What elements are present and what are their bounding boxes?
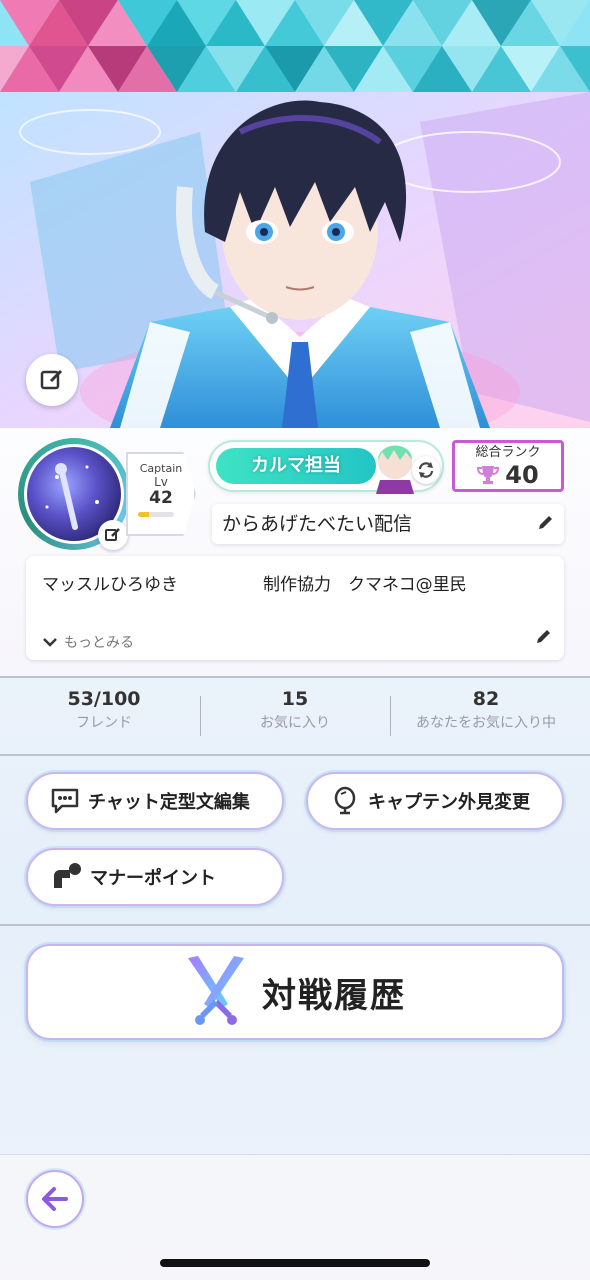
edit-avatar-button[interactable] — [98, 520, 128, 550]
broadcast-title-field[interactable]: からあげたべたい配信 — [212, 504, 564, 544]
captain-appearance-button[interactable]: キャプテン外見変更 — [306, 772, 564, 830]
level-value: 42 — [149, 488, 173, 508]
stat-favorited-by[interactable]: 82 あなたをお気に入り中 — [400, 688, 572, 732]
captain-character-image — [0, 92, 590, 428]
captain-appearance-label: キャプテン外見変更 — [368, 792, 530, 813]
pencil-icon[interactable] — [534, 628, 552, 646]
trophy-icon — [477, 466, 500, 484]
favorites-count: 15 — [281, 688, 309, 710]
edit-captain-image-button[interactable] — [26, 354, 78, 406]
whistle-icon — [54, 863, 81, 888]
stats-row: 53/100 フレンド 15 お気に入り 82 あなたをお気に入り中 — [0, 688, 590, 750]
show-more-label: もっとみる — [64, 635, 134, 651]
bio-text: マッスルひろゆき 制作協力 クマネコ@里民 — [42, 575, 467, 595]
level-progress-bar — [138, 512, 174, 517]
level-caption: Captain — [139, 462, 183, 475]
pencil-icon[interactable] — [536, 514, 554, 532]
arrow-left-icon — [42, 1187, 68, 1211]
karma-role-label: カルマ担当 — [216, 448, 376, 484]
level-lv-label: Lv — [154, 475, 168, 489]
chat-template-edit-button[interactable]: チャット定型文編集 — [26, 772, 284, 830]
battle-history-button[interactable]: 対戦履歴 — [26, 944, 564, 1040]
bio-box[interactable]: マッスルひろゆき 制作協力 クマネコ@里民 もっとみる — [26, 556, 564, 660]
mirror-icon — [334, 786, 356, 815]
chat-bubble-icon — [51, 788, 79, 814]
home-indicator — [160, 1259, 430, 1267]
rank-value: 40 — [505, 461, 539, 489]
favorites-label: お気に入り — [260, 715, 330, 731]
karma-role-selector[interactable]: カルマ担当 — [208, 440, 444, 494]
refresh-icon[interactable] — [412, 456, 440, 484]
divider — [200, 696, 201, 736]
broadcast-title-text: からあげたべたい配信 — [222, 513, 413, 535]
favorited-by-count: 82 — [472, 688, 500, 710]
top-triangle-banner — [0, 0, 590, 92]
friends-label: フレンド — [76, 715, 132, 731]
friends-count: 53/100 — [67, 688, 141, 710]
favorited-by-label: あなたをお気に入り中 — [416, 715, 556, 731]
battle-history-label: 対戦履歴 — [262, 975, 406, 1016]
crossed-swords-icon — [188, 956, 244, 1025]
manner-points-label: マナーポイント — [90, 868, 216, 889]
divider — [390, 696, 391, 736]
stat-favorites[interactable]: 15 お気に入り — [230, 688, 360, 732]
back-button[interactable] — [26, 1170, 84, 1228]
stat-friends[interactable]: 53/100 フレンド — [40, 688, 168, 732]
chat-template-edit-label: チャット定型文編集 — [88, 792, 250, 813]
rank-label: 総合ランク — [475, 445, 541, 460]
divider — [0, 924, 590, 926]
chevron-down-icon — [43, 638, 57, 647]
manner-points-button[interactable]: マナーポイント — [26, 848, 284, 906]
captain-level-badge: Captain Lv 42 — [126, 452, 196, 536]
show-more-link[interactable]: もっとみる — [42, 632, 134, 652]
divider — [0, 676, 590, 678]
edit-icon — [105, 528, 120, 541]
overall-rank-badge: 総合ランク 40 — [452, 440, 564, 492]
divider — [0, 754, 590, 756]
edit-icon — [40, 369, 63, 390]
